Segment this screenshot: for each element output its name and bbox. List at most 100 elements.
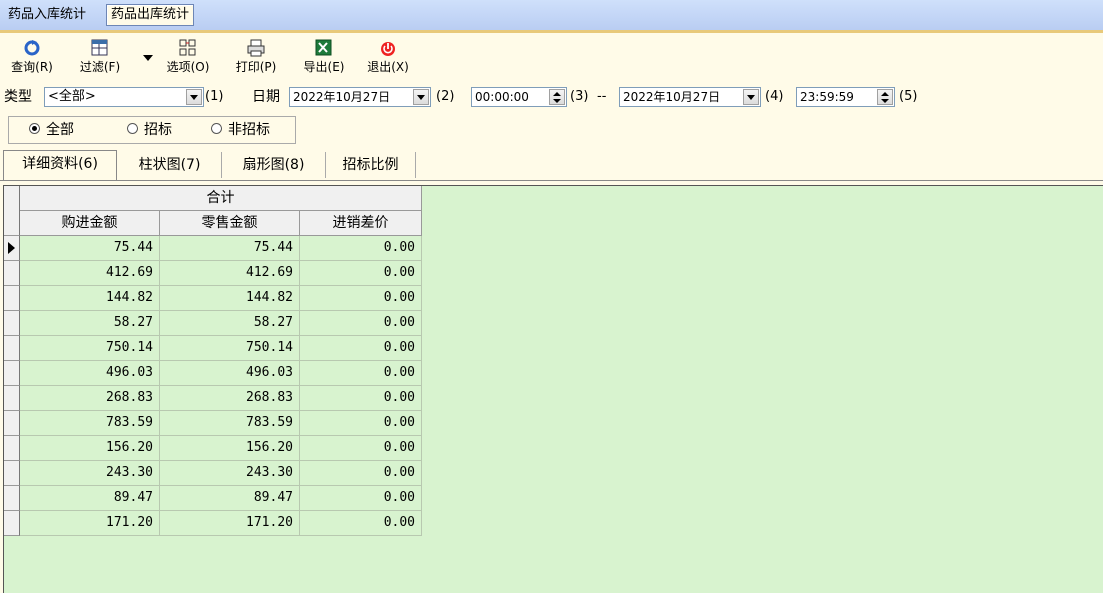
table-cell[interactable]: 268.83 xyxy=(160,386,300,411)
options-icon xyxy=(177,38,199,58)
table-cell[interactable]: 0.00 xyxy=(300,436,422,461)
spin-updown-icon[interactable] xyxy=(877,89,893,105)
top-tab-strip: 药品入库统计 药品出库统计 xyxy=(0,0,1103,31)
row-header[interactable] xyxy=(4,236,20,261)
export-button[interactable]: 导出(E) xyxy=(298,38,350,76)
radio-non-bid[interactable]: 非招标 xyxy=(211,121,270,139)
table-cell[interactable]: 243.30 xyxy=(20,461,160,486)
row-header[interactable] xyxy=(4,261,20,286)
end-time-value: 23:59:59 xyxy=(800,90,854,104)
filter-icon xyxy=(89,38,111,58)
spin-updown-icon[interactable] xyxy=(549,89,565,105)
row-header[interactable] xyxy=(4,461,20,486)
print-icon xyxy=(245,38,267,58)
table-cell[interactable]: 0.00 xyxy=(300,386,422,411)
start-date-picker[interactable]: 2022年10月27日 xyxy=(289,87,431,107)
table-cell[interactable]: 0.00 xyxy=(300,336,422,361)
tab-bid-ratio[interactable]: 招标比例 xyxy=(326,152,416,178)
filter-dropdown-caret-icon[interactable] xyxy=(143,55,153,61)
print-button[interactable]: 打印(P) xyxy=(230,38,282,76)
start-time-field[interactable]: 00:00:00 xyxy=(471,87,567,107)
table-cell[interactable]: 268.83 xyxy=(20,386,160,411)
table-cell[interactable]: 75.44 xyxy=(20,236,160,261)
table-cell[interactable]: 171.20 xyxy=(20,511,160,536)
table-cell[interactable]: 75.44 xyxy=(160,236,300,261)
chevron-down-icon[interactable] xyxy=(743,89,759,105)
col-header-margin[interactable]: 进销差价 xyxy=(300,211,422,236)
end-date-picker[interactable]: 2022年10月27日 xyxy=(619,87,761,107)
end-time-field[interactable]: 23:59:59 xyxy=(796,87,895,107)
refresh-icon xyxy=(21,38,43,58)
filter-label: 过滤(F) xyxy=(79,60,121,74)
tab-pie-chart[interactable]: 扇形图(8) xyxy=(222,152,326,178)
current-row-pointer-icon xyxy=(8,242,15,254)
table-cell[interactable]: 412.69 xyxy=(160,261,300,286)
row-header[interactable] xyxy=(4,436,20,461)
table-cell[interactable]: 412.69 xyxy=(20,261,160,286)
table-cell[interactable]: 750.14 xyxy=(20,336,160,361)
row-header[interactable] xyxy=(4,336,20,361)
tab-drug-outbound-stats[interactable]: 药品出库统计 xyxy=(106,4,195,26)
row-header[interactable] xyxy=(4,286,20,311)
row-header[interactable] xyxy=(4,411,20,436)
row-header[interactable] xyxy=(4,511,20,536)
start-date-value: 2022年10月27日 xyxy=(293,90,391,104)
table-cell[interactable]: 89.47 xyxy=(20,486,160,511)
chevron-down-icon[interactable] xyxy=(186,89,202,105)
end-date-value: 2022年10月27日 xyxy=(623,90,721,104)
table-cell[interactable]: 496.03 xyxy=(20,361,160,386)
table-cell[interactable]: 0.00 xyxy=(300,286,422,311)
radio-bid[interactable]: 招标 xyxy=(127,121,172,139)
table-cell[interactable]: 58.27 xyxy=(20,311,160,336)
table-cell[interactable]: 0.00 xyxy=(300,486,422,511)
table-cell[interactable]: 0.00 xyxy=(300,261,422,286)
hotkey-3: (3) xyxy=(570,89,589,104)
row-header[interactable] xyxy=(4,361,20,386)
tab-details[interactable]: 详细资料(6) xyxy=(3,150,117,180)
row-header[interactable] xyxy=(4,386,20,411)
power-exit-icon xyxy=(377,38,399,58)
table-cell[interactable]: 89.47 xyxy=(160,486,300,511)
export-label: 导出(E) xyxy=(303,60,345,74)
table-cell[interactable]: 0.00 xyxy=(300,236,422,261)
radio-all[interactable]: 全部 xyxy=(29,121,74,139)
col-header-purchase-amount[interactable]: 购进金额 xyxy=(20,211,160,236)
table-cell[interactable]: 243.30 xyxy=(160,461,300,486)
table-cell[interactable]: 0.00 xyxy=(300,411,422,436)
table-cell[interactable]: 496.03 xyxy=(160,361,300,386)
group-header-total: 合计 xyxy=(20,186,422,211)
type-select[interactable]: <全部> xyxy=(44,87,204,107)
table-cell[interactable]: 144.82 xyxy=(20,286,160,311)
table-cell[interactable]: 783.59 xyxy=(160,411,300,436)
row-header[interactable] xyxy=(4,311,20,336)
table-cell[interactable]: 0.00 xyxy=(300,461,422,486)
table-cell[interactable]: 750.14 xyxy=(160,336,300,361)
table-cell[interactable]: 0.00 xyxy=(300,511,422,536)
table-cell[interactable]: 0.00 xyxy=(300,361,422,386)
tab-divider xyxy=(0,180,1103,181)
table-cell[interactable]: 156.20 xyxy=(160,436,300,461)
table-cell[interactable]: 58.27 xyxy=(160,311,300,336)
options-button[interactable]: 选项(O) xyxy=(162,38,214,76)
query-button[interactable]: 查询(R) xyxy=(6,38,58,76)
col-header-retail-amount[interactable]: 零售金额 xyxy=(160,211,300,236)
radio-non-bid-label: 非招标 xyxy=(228,122,270,138)
type-select-value: <全部> xyxy=(48,89,96,104)
data-grid[interactable]: 合计 购进金额 零售金额 进销差价 75.44 75.44 0.00 412.69 41… xyxy=(3,185,1103,593)
table-cell[interactable]: 171.20 xyxy=(160,511,300,536)
chevron-down-icon[interactable] xyxy=(413,89,429,105)
print-label: 打印(P) xyxy=(235,60,277,74)
tab-drug-inbound-stats[interactable]: 药品入库统计 xyxy=(4,5,90,25)
table-cell[interactable]: 783.59 xyxy=(20,411,160,436)
top-divider xyxy=(0,30,1103,33)
radio-empty-icon xyxy=(211,123,222,134)
table-cell[interactable]: 156.20 xyxy=(20,436,160,461)
filter-button[interactable]: 过滤(F) xyxy=(74,38,126,76)
options-label: 选项(O) xyxy=(166,60,210,74)
row-header[interactable] xyxy=(4,486,20,511)
tab-bar-chart[interactable]: 柱状图(7) xyxy=(118,152,222,178)
table-cell[interactable]: 0.00 xyxy=(300,311,422,336)
radio-empty-icon xyxy=(127,123,138,134)
table-cell[interactable]: 144.82 xyxy=(160,286,300,311)
exit-button[interactable]: 退出(X) xyxy=(362,38,414,76)
